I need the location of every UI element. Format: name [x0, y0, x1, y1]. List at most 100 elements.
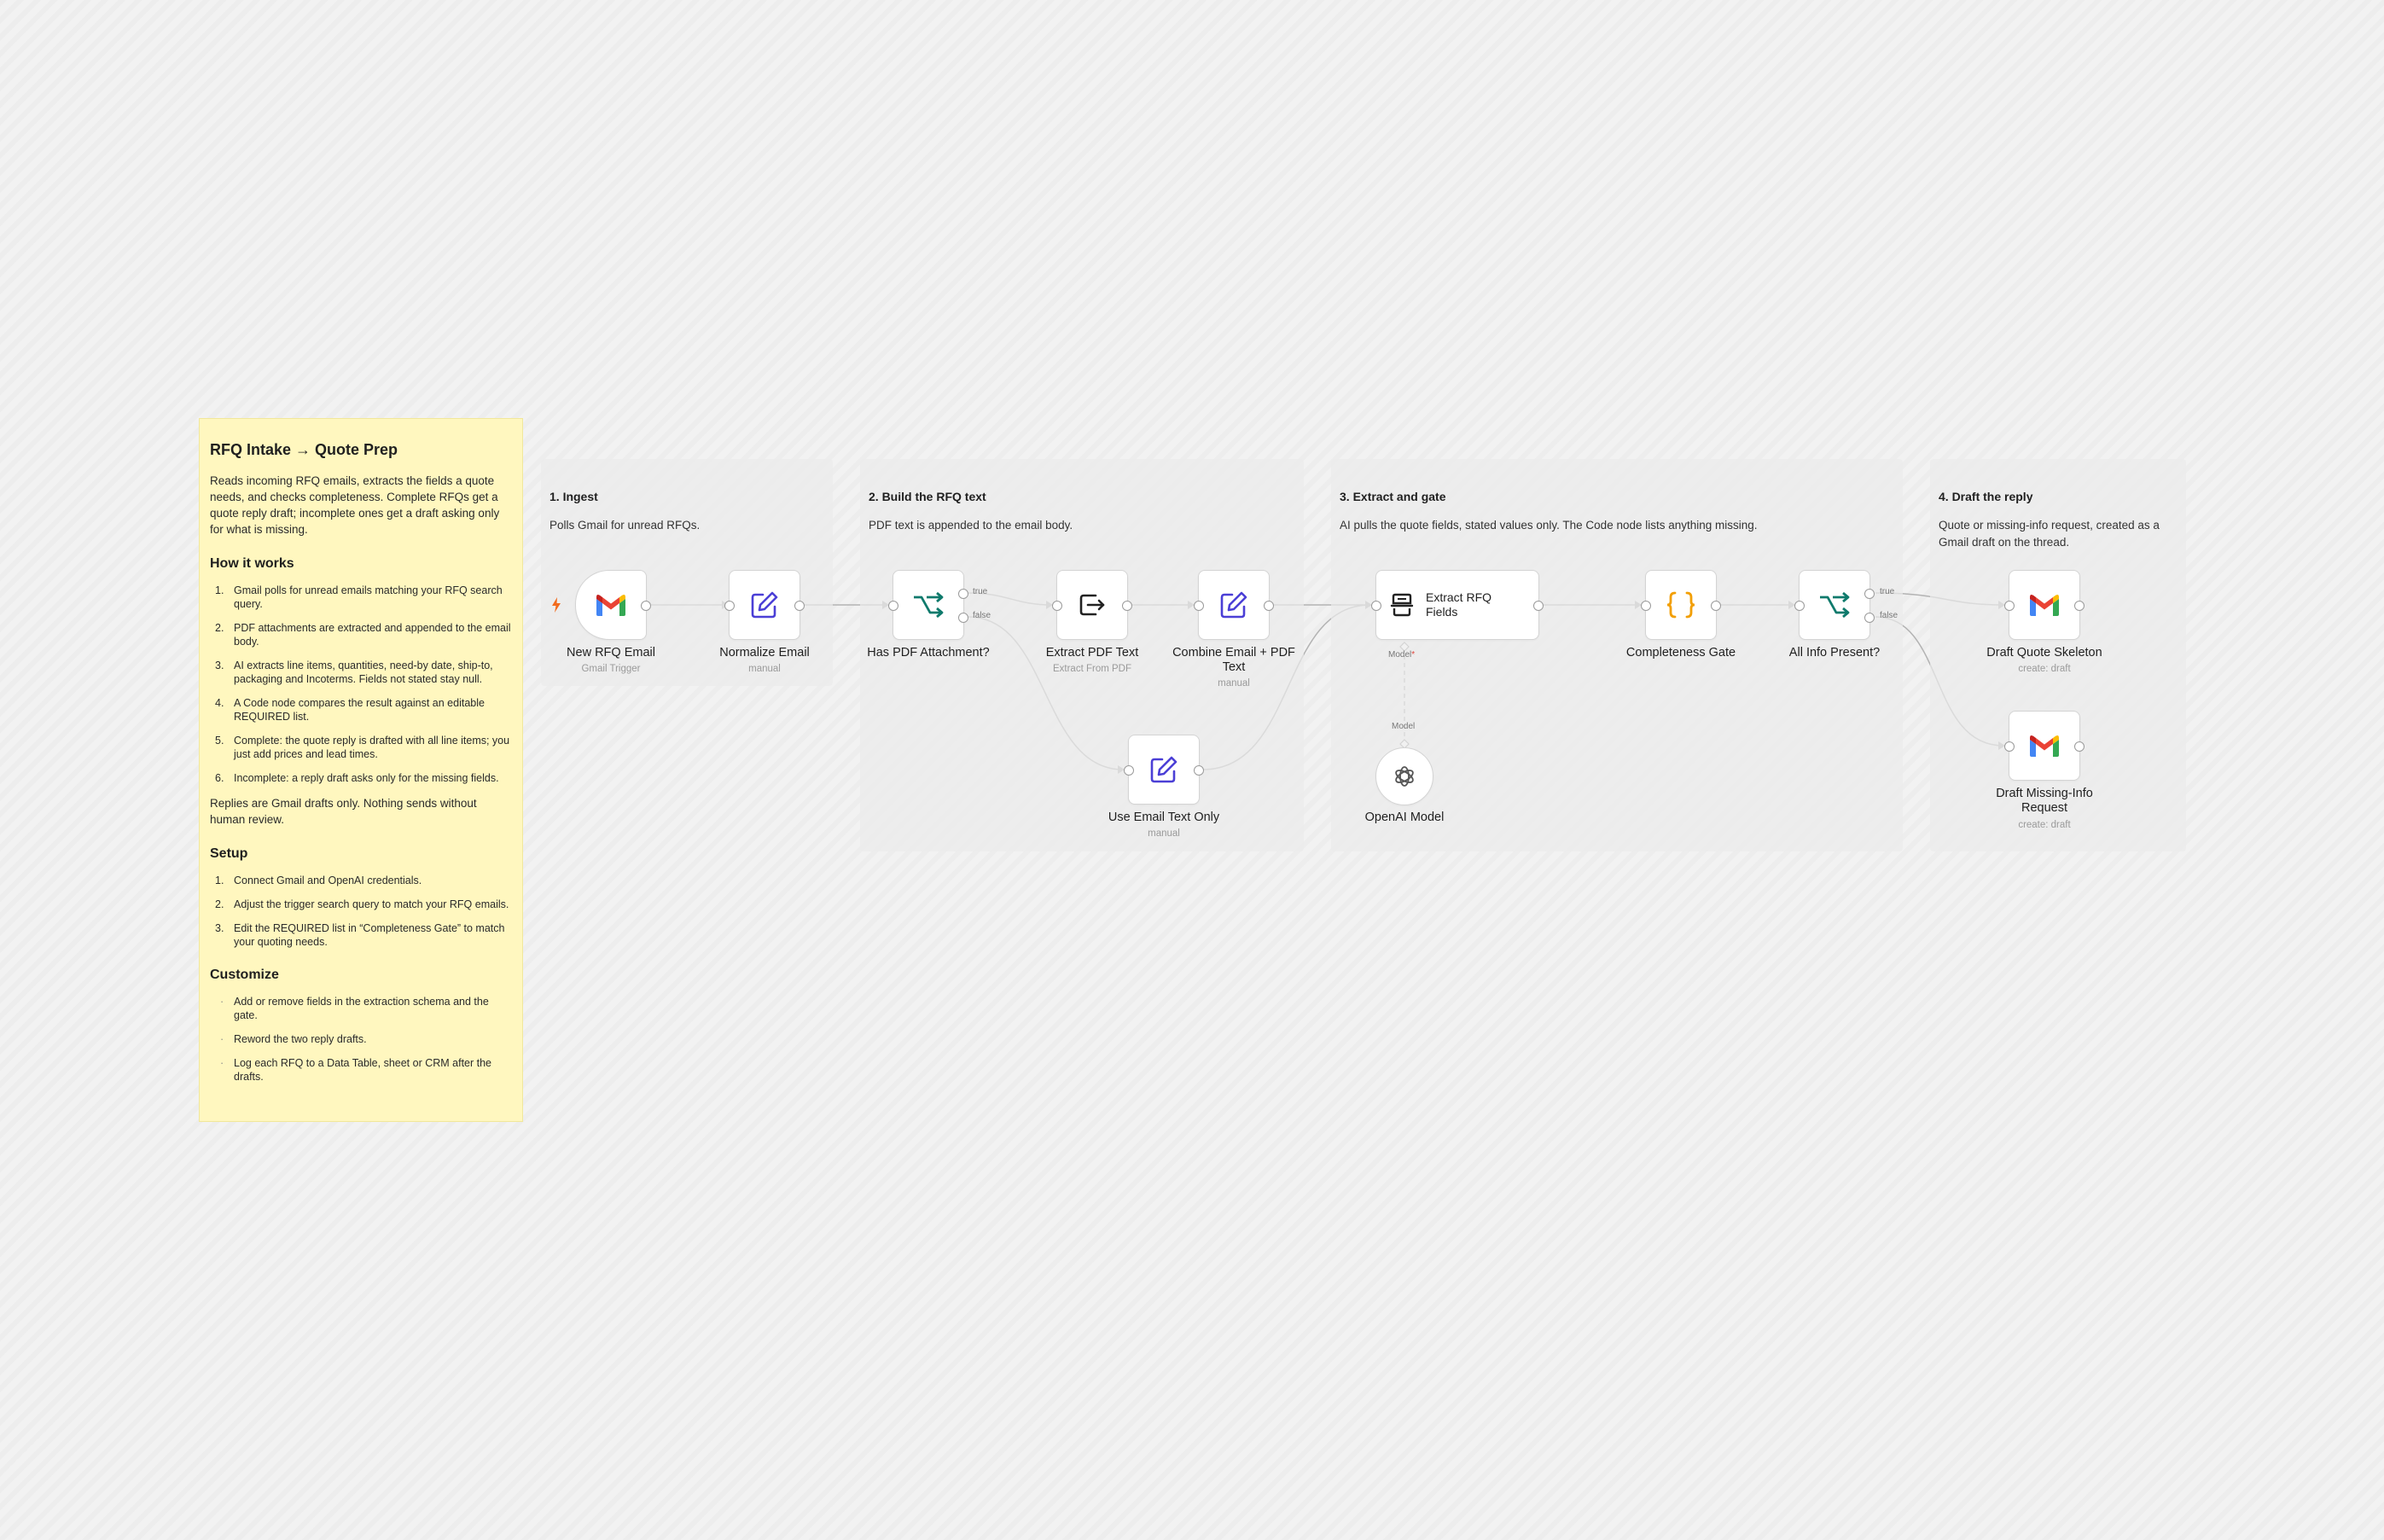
code-braces-icon [1666, 591, 1695, 619]
note-title: RFQ Intake → Quote Prep [210, 441, 398, 458]
node-normalize-email[interactable] [724, 570, 805, 640]
node-label: Draft Quote Skeleton [1986, 646, 2102, 660]
node-openai-model[interactable] [1375, 747, 1433, 805]
node-draft-quote-skeleton[interactable] [2004, 570, 2085, 640]
node-sublabel: manual [1218, 678, 1250, 689]
gmail-icon [596, 595, 625, 616]
node-sublabel: create: draft [2018, 820, 2071, 830]
list-item: 1. Gmail polls for unread emails matching… [215, 584, 503, 610]
node-label: Normalize Email [719, 646, 810, 660]
list-item: 4. A Code node compares the result agains… [215, 697, 485, 723]
output-port-false[interactable] [958, 613, 968, 623]
output-port[interactable] [641, 601, 651, 611]
branch-true-label: true [1880, 587, 1895, 596]
node-label: Completeness Gate [1625, 646, 1736, 660]
list-item: 3. AI extracts line items, quantities, ne… [215, 660, 493, 685]
pencil-edit-icon [751, 591, 778, 619]
input-port[interactable] [2004, 601, 2015, 611]
branch-false-label: false [1880, 611, 1898, 620]
section-title: 4. Draft the reply [1939, 490, 2033, 503]
output-port-true[interactable] [958, 589, 968, 599]
gmail-icon [2030, 595, 2059, 616]
list-item: 6. Incomplete: a reply draft asks only fo… [215, 772, 499, 784]
node-label: Draft Missing-Info Request [1996, 787, 2093, 815]
section-title: 3. Extract and gate [1340, 490, 1446, 503]
list-item: 3. Edit the REQUIRED list in “Completenes… [215, 922, 505, 948]
node-draft-missing-info[interactable] [2004, 711, 2085, 781]
section-title: 1. Ingest [549, 490, 598, 503]
input-port[interactable] [1052, 601, 1062, 611]
branch-false-label: false [973, 611, 991, 620]
input-port[interactable] [888, 601, 898, 611]
list-item: 2. Adjust the trigger search query to mat… [215, 898, 509, 910]
list-item: Add or remove fields in the extraction s… [210, 995, 512, 1022]
section-title: 2. Build the RFQ text [869, 490, 986, 503]
input-port[interactable] [1124, 765, 1134, 776]
note-setup-title: Setup [210, 846, 248, 861]
input-port[interactable] [1641, 601, 1651, 611]
section-desc: AI pulls the quote fields, stated values… [1340, 519, 1758, 532]
file-export-icon [1079, 594, 1105, 616]
input-port[interactable] [2004, 741, 2015, 752]
output-port[interactable] [2074, 601, 2085, 611]
output-port[interactable] [1264, 601, 1274, 611]
lightning-bolt-icon [552, 597, 561, 613]
node-all-info-present[interactable] [1794, 570, 1875, 640]
model-port-label: Model* [1388, 650, 1416, 660]
node-has-pdf-attachment[interactable] [888, 570, 968, 640]
input-port[interactable] [1794, 601, 1805, 611]
list-item: Log each RFQ to a Data Table, sheet or C… [210, 1056, 512, 1084]
section-desc: Polls Gmail for unread RFQs. [549, 519, 701, 532]
output-port-false[interactable] [1864, 613, 1875, 623]
document-extract-icon [1390, 593, 1414, 617]
input-port[interactable] [1194, 601, 1204, 611]
section-desc: PDF text is appended to the email body. [869, 519, 1073, 532]
output-port[interactable] [1122, 601, 1132, 611]
note-customize-title: Customize [210, 968, 279, 982]
list-item: 2. PDF attachments are extracted and appe… [215, 622, 511, 648]
node-label: All Info Present? [1788, 646, 1881, 660]
output-port-true[interactable] [1864, 589, 1875, 599]
model-connection-label: Model [1392, 722, 1416, 731]
setup-list: 1. Connect Gmail and OpenAI credentials. … [210, 874, 512, 949]
list-item: 5. Complete: the quote reply is drafted w… [215, 735, 510, 760]
node-completeness-gate[interactable] [1641, 570, 1721, 640]
if-branch-icon [1820, 591, 1850, 619]
node-label: Has PDF Attachment? [867, 646, 990, 660]
node-use-email-text-only[interactable] [1124, 735, 1204, 805]
node-label: New RFQ Email [567, 646, 655, 660]
node-sublabel: manual [1148, 828, 1180, 839]
node-label: Combine Email + PDF Text [1172, 646, 1295, 674]
note-intro: Reads incoming RFQ emails, extracts the … [210, 474, 500, 536]
node-extract-pdf-text[interactable] [1052, 570, 1132, 640]
node-combine-email-pdf[interactable] [1194, 570, 1274, 640]
node-extract-rfq-fields[interactable]: Extract RFQ Fields [1371, 570, 1544, 640]
customize-list: Add or remove fields in the extraction s… [210, 995, 512, 1084]
node-label: Extract RFQ Fields [1426, 590, 1492, 619]
node-label: Extract PDF Text [1045, 646, 1139, 660]
node-sublabel: create: draft [2018, 664, 2071, 674]
node-sublabel: manual [748, 664, 781, 674]
input-port[interactable] [724, 601, 735, 611]
list-item: 1. Connect Gmail and OpenAI credentials. [215, 875, 422, 886]
sticky-note[interactable]: RFQ Intake → Quote Prep Reads incoming R… [199, 418, 523, 1122]
list-item: Reword the two reply drafts. [210, 1032, 512, 1046]
note-replies: Replies are Gmail drafts only. Nothing s… [210, 797, 477, 826]
output-port[interactable] [1711, 601, 1721, 611]
output-port[interactable] [2074, 741, 2085, 752]
node-label: OpenAI Model [1364, 811, 1445, 824]
input-port[interactable] [1371, 601, 1381, 611]
node-label: Use Email Text Only [1108, 811, 1220, 824]
output-port[interactable] [1194, 765, 1204, 776]
how-list: 1. Gmail polls for unread emails matching… [210, 584, 512, 785]
gmail-icon [2030, 735, 2059, 757]
output-port[interactable] [794, 601, 805, 611]
note-how-title: How it works [210, 556, 294, 571]
openai-icon [1395, 766, 1414, 787]
output-port[interactable] [1533, 601, 1544, 611]
section-desc: Quote or missing-info request, created a… [1939, 519, 2160, 549]
pencil-edit-icon [1150, 756, 1177, 783]
node-new-rfq-email[interactable] [575, 570, 651, 640]
node-sublabel: Gmail Trigger [581, 664, 641, 674]
pencil-edit-icon [1220, 591, 1247, 619]
